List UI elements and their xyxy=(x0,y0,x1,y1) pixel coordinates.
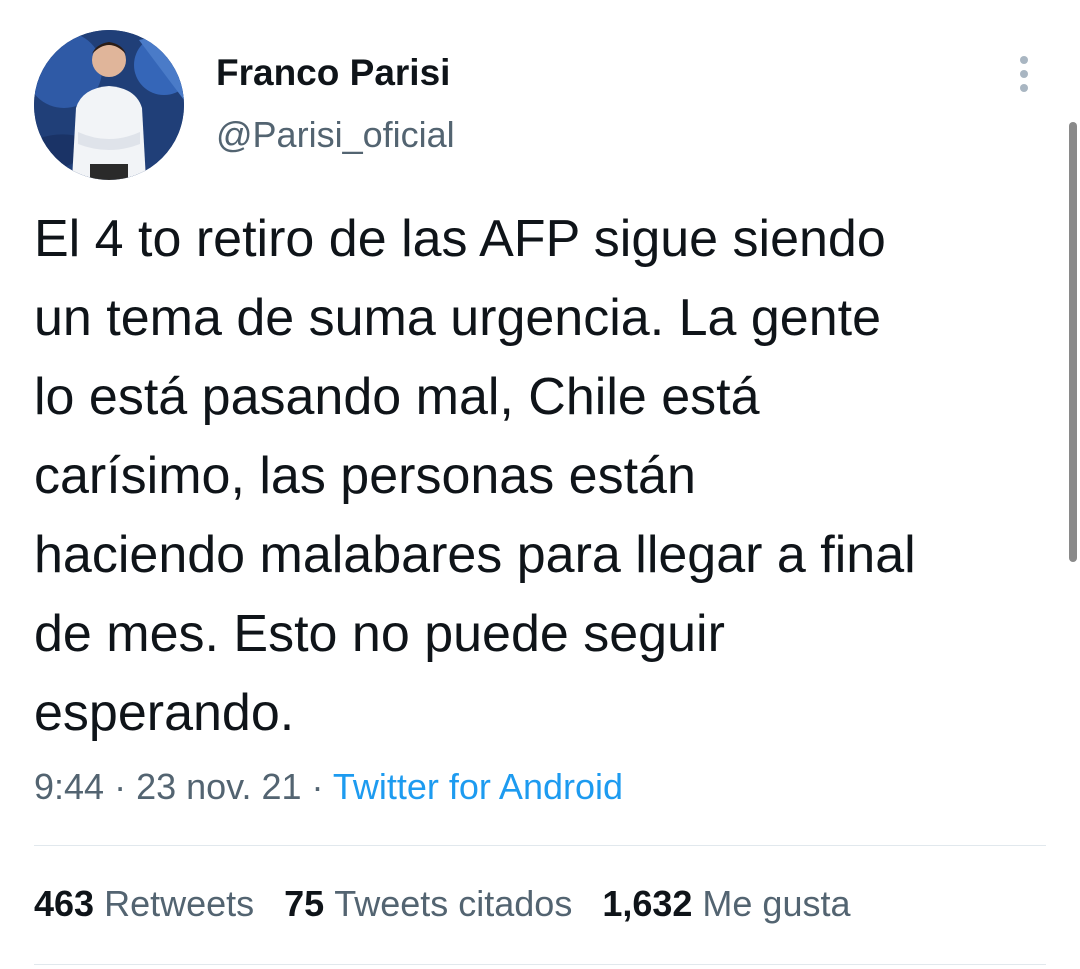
author-name[interactable]: Franco Parisi xyxy=(216,52,450,94)
likes-label: Me gusta xyxy=(702,883,851,924)
tweet-source-link[interactable]: Twitter for Android xyxy=(333,766,623,807)
avatar[interactable] xyxy=(34,30,184,180)
meta-separator: · xyxy=(301,766,333,807)
tweet-text-line: un tema de suma urgencia. La gente xyxy=(34,289,882,347)
quotes-label: Tweets citados xyxy=(334,883,573,924)
tweet-date[interactable]: 23 nov. 21 xyxy=(136,766,301,807)
retweets-label: Retweets xyxy=(104,883,255,924)
retweets-stat[interactable]: 463 Retweets xyxy=(34,883,254,925)
tweet-text-line: de mes. Esto no puede seguir xyxy=(34,605,725,663)
meta-separator: · xyxy=(104,766,137,807)
tweet-card: Franco Parisi @Parisi_oficial El 4 to re… xyxy=(0,0,1080,969)
author-handle[interactable]: @Parisi_oficial xyxy=(216,114,455,156)
tweet-text-line: esperando. xyxy=(34,684,295,742)
tweet-text: El 4 to retiro de las AFP sigue siendo u… xyxy=(34,200,1054,753)
avatar-photo-icon xyxy=(34,30,184,180)
tweet-meta: 9:44 · 23 nov. 21 · Twitter for Android xyxy=(34,766,623,808)
tweet-stats: 463 Retweets 75 Tweets citados 1,632 Me gusta xyxy=(34,883,881,925)
more-options-button[interactable] xyxy=(1008,52,1042,96)
tweet-text-line: haciendo malabares para llegar a final xyxy=(34,526,916,584)
divider xyxy=(34,964,1046,965)
likes-count: 1,632 xyxy=(602,883,693,924)
divider xyxy=(34,845,1046,846)
scrollbar[interactable] xyxy=(1069,122,1077,562)
retweets-count: 463 xyxy=(34,883,95,924)
tweet-time[interactable]: 9:44 xyxy=(34,766,104,807)
tweet-text-line: lo está pasando mal, Chile está xyxy=(34,368,760,426)
likes-stat[interactable]: 1,632 Me gusta xyxy=(602,883,850,925)
tweet-text-line: carísimo, las personas están xyxy=(34,447,696,505)
quotes-stat[interactable]: 75 Tweets citados xyxy=(284,883,572,925)
tweet-text-line: El 4 to retiro de las AFP sigue siendo xyxy=(34,210,886,268)
quotes-count: 75 xyxy=(284,883,325,924)
